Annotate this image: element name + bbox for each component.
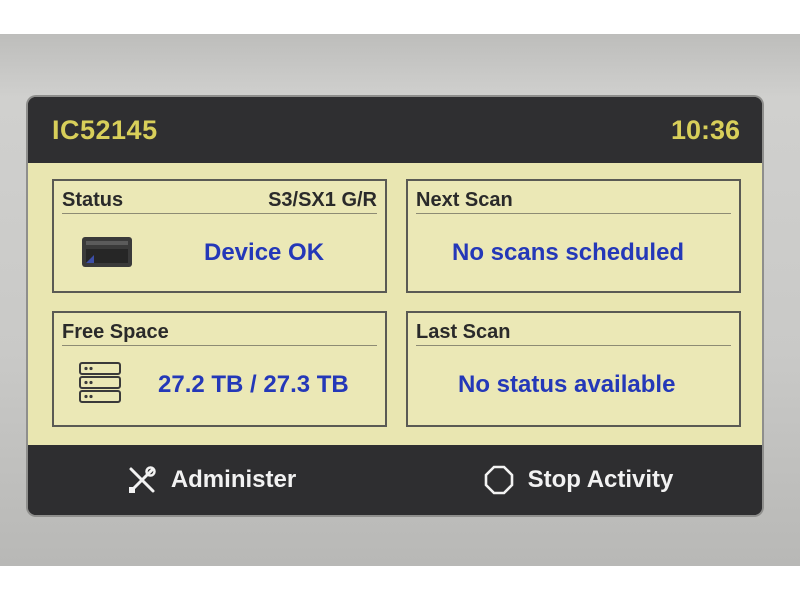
- free-space-panel-header: Free Space: [62, 319, 377, 346]
- footer-bar: Administer Stop Activity: [28, 445, 762, 515]
- next-scan-title: Next Scan: [416, 189, 513, 211]
- free-space-title: Free Space: [62, 321, 169, 343]
- stop-activity-button[interactable]: Stop Activity: [395, 445, 762, 515]
- dashboard-content: Status S3/SX1 G/R Device OK Next Scan No…: [28, 163, 762, 445]
- device-icon: [80, 233, 134, 276]
- status-value: Device OK: [204, 239, 325, 266]
- status-title: Status: [62, 189, 124, 211]
- last-scan-panel[interactable]: Last Scan No status available: [406, 311, 741, 427]
- next-scan-panel[interactable]: Next Scan No scans scheduled: [406, 179, 741, 293]
- free-space-panel[interactable]: Free Space 27.2 TB / 27.3 TB: [52, 311, 387, 427]
- status-device-model: S3/SX1 G/R: [268, 189, 377, 211]
- octagon-stop-icon: [484, 465, 514, 495]
- stop-activity-label: Stop Activity: [527, 466, 674, 493]
- tools-icon: [127, 465, 157, 495]
- touch-screen: IC52145 10:36 Status S3/SX1 G/R Device O…: [28, 97, 762, 515]
- next-scan-panel-header: Next Scan: [416, 187, 731, 214]
- last-scan-title: Last Scan: [416, 321, 511, 343]
- free-space-value: 27.2 TB / 27.3 TB: [158, 371, 349, 398]
- administer-label: Administer: [170, 466, 297, 493]
- last-scan-value: No status available: [458, 371, 676, 398]
- status-panel-header: Status S3/SX1 G/R: [62, 187, 377, 214]
- clock: 10:36: [670, 115, 740, 145]
- last-scan-panel-header: Last Scan: [416, 319, 731, 346]
- header-bar: IC52145 10:36: [28, 97, 762, 163]
- next-scan-value: No scans scheduled: [452, 239, 685, 266]
- device-id: IC52145: [52, 115, 158, 145]
- storage-icon: [78, 361, 122, 410]
- status-panel[interactable]: Status S3/SX1 G/R Device OK: [52, 179, 387, 293]
- administer-button[interactable]: Administer: [28, 445, 395, 515]
